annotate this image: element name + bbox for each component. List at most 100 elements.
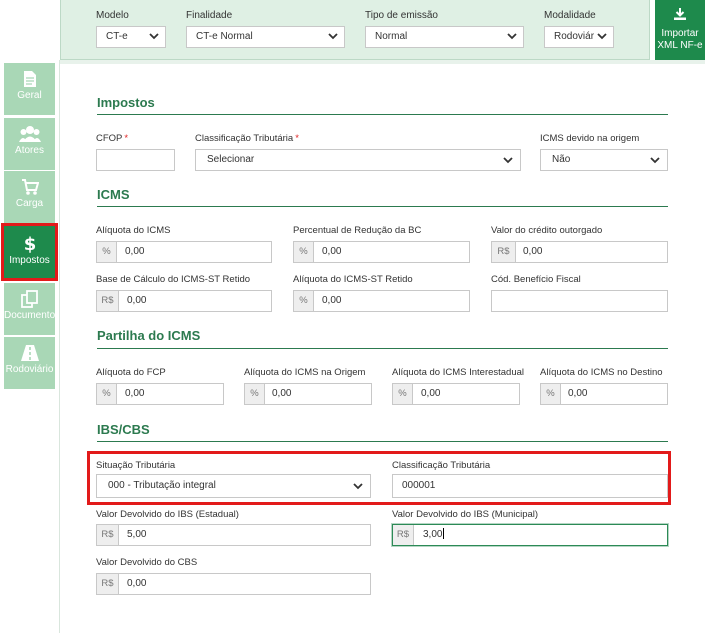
- sidebar-item-impostos[interactable]: $ Impostos: [1, 223, 58, 281]
- currency-addon: R$: [97, 574, 119, 594]
- icms-origem-select[interactable]: Não: [540, 149, 668, 171]
- cfop-input[interactable]: [96, 149, 175, 171]
- sidebar-item-label: Atores: [15, 145, 44, 156]
- fcp-input[interactable]: % 0,00: [96, 383, 224, 405]
- modalidade-select[interactable]: Rodoviár: [544, 26, 614, 48]
- chevron-down-icon: [328, 33, 338, 40]
- modelo-select[interactable]: CT-e: [96, 26, 166, 48]
- credito-outorgado-input[interactable]: R$ 0,00: [491, 241, 668, 263]
- cart-icon: [21, 179, 39, 195]
- chevron-down-icon: [149, 33, 159, 40]
- icms-destino-value: 0,00: [568, 388, 588, 399]
- modalidade-value: Rodoviár: [554, 31, 595, 42]
- devolvido-estadual-input[interactable]: R$ 5,00: [96, 524, 371, 546]
- icms-destino-label: Alíquota do ICMS no Destino: [540, 367, 663, 378]
- percent-addon: %: [97, 242, 117, 262]
- devolvido-municipal-label: Valor Devolvido do IBS (Municipal): [392, 509, 539, 520]
- section-divider: [97, 114, 668, 115]
- currency-addon: R$: [393, 525, 414, 545]
- aliquota-st-label: Alíquota do ICMS-ST Retido: [293, 274, 413, 285]
- credito-outorgado-label: Valor do crédito outorgado: [491, 225, 603, 236]
- tipo-emissao-select[interactable]: Normal: [365, 26, 524, 48]
- chevron-down-icon: [650, 157, 660, 164]
- devolvido-municipal-value: 3,00: [423, 529, 443, 540]
- cod-beneficio-input[interactable]: [491, 290, 668, 312]
- fcp-label: Alíquota do FCP: [96, 367, 166, 378]
- import-button-line1: Importar: [661, 28, 699, 39]
- devolvido-cbs-value: 0,00: [127, 578, 147, 589]
- icms-interestadual-value: 0,00: [421, 388, 441, 399]
- import-xml-button[interactable]: Importar XML NF-e: [655, 0, 705, 60]
- chevron-down-icon: [507, 33, 517, 40]
- aliquota-icms-label: Alíquota do ICMS: [96, 225, 171, 236]
- chevron-down-icon: [597, 33, 607, 40]
- aliquota-st-input[interactable]: % 0,00: [293, 290, 470, 312]
- devolvido-municipal-input[interactable]: R$ 3,00: [392, 524, 668, 546]
- sidebar-item-atores[interactable]: Atores: [4, 118, 55, 170]
- import-button-line2: XML NF-e: [657, 40, 703, 51]
- base-st-input[interactable]: R$ 0,00: [96, 290, 272, 312]
- perc-reducao-value: 0,00: [322, 246, 342, 257]
- download-icon: [674, 8, 686, 20]
- icms-origem-value: Não: [552, 154, 571, 165]
- percent-addon: %: [393, 384, 413, 404]
- situacao-tributaria-select[interactable]: 000 - Tributação integral: [96, 474, 371, 498]
- sidebar-item-label: Carga: [15, 198, 44, 209]
- section-divider: [97, 206, 668, 207]
- sidebar-item-geral[interactable]: Geral: [4, 63, 55, 115]
- aliquota-st-value: 0,00: [322, 295, 342, 306]
- road-icon: [20, 345, 39, 361]
- section-divider: [97, 441, 668, 442]
- cfop-label: CFOP *: [96, 133, 128, 144]
- users-icon: [18, 126, 41, 142]
- sidebar-item-carga[interactable]: Carga: [4, 171, 55, 223]
- sidebar-item-label: Documentos: [4, 310, 61, 321]
- devolvido-cbs-label: Valor Devolvido do CBS: [96, 557, 198, 568]
- section-title-partilha: Partilha do ICMS: [97, 328, 201, 343]
- chevron-down-icon: [353, 483, 363, 490]
- required-mark: *: [295, 133, 299, 144]
- finalidade-select[interactable]: CT-e Normal: [186, 26, 345, 48]
- percent-addon: %: [97, 384, 117, 404]
- sidebar-item-rodoviario[interactable]: Rodoviário: [4, 337, 55, 389]
- icms-origem-aliquota-label: Alíquota do ICMS na Origem: [244, 367, 366, 378]
- modelo-label: Modelo: [96, 10, 129, 21]
- tipo-emissao-value: Normal: [375, 31, 408, 42]
- perc-reducao-input[interactable]: % 0,00: [293, 241, 470, 263]
- icms-origem-label: ICMS devido na origem: [540, 133, 640, 144]
- required-mark: *: [124, 133, 129, 144]
- tipo-emissao-label: Tipo de emissão: [365, 10, 438, 21]
- classificacao-label-text: Classificação Tributária: [195, 133, 294, 144]
- sidebar-item-label: Rodoviário: [5, 364, 54, 375]
- icms-origem-aliquota-input[interactable]: % 0,00: [244, 383, 372, 405]
- devolvido-cbs-input[interactable]: R$ 0,00: [96, 573, 371, 595]
- currency-addon: R$: [97, 525, 119, 545]
- cfop-label-text: CFOP: [96, 133, 123, 144]
- ibs-classificacao-input[interactable]: 000001: [392, 474, 668, 498]
- document-icon: [23, 71, 36, 87]
- sidebar-item-documentos[interactable]: Documentos: [4, 283, 61, 335]
- cod-beneficio-label: Cód. Benefício Fiscal: [491, 274, 581, 285]
- main-panel: [59, 60, 705, 633]
- section-title-icms: ICMS: [97, 187, 130, 202]
- classificacao-tributaria-select[interactable]: Selecionar: [195, 149, 521, 171]
- dollar-icon: $: [23, 234, 36, 253]
- ibs-classificacao-value: 000001: [402, 480, 436, 491]
- modalidade-label: Modalidade: [544, 10, 596, 21]
- percent-addon: %: [541, 384, 561, 404]
- devolvido-municipal-value-wrap: 3,00: [423, 525, 445, 545]
- currency-addon: R$: [97, 291, 119, 311]
- situacao-tributaria-label: Situação Tributária: [96, 460, 176, 471]
- percent-addon: %: [294, 291, 314, 311]
- icms-interestadual-label: Alíquota do ICMS Interestadual: [392, 367, 525, 378]
- icms-destino-input[interactable]: % 0,00: [540, 383, 668, 405]
- classificacao-tributaria-label: Classificação Tributária *: [195, 133, 299, 144]
- finalidade-label: Finalidade: [186, 10, 233, 21]
- section-title-impostos: Impostos: [97, 95, 155, 110]
- icms-interestadual-input[interactable]: % 0,00: [392, 383, 520, 405]
- finalidade-value: CT-e Normal: [196, 31, 253, 42]
- sidebar: Geral Atores Carga $ Impostos Documentos…: [0, 60, 61, 633]
- situacao-tributaria-value: 000 - Tributação integral: [108, 480, 216, 491]
- section-title-ibs-cbs: IBS/CBS: [97, 422, 150, 437]
- aliquota-icms-input[interactable]: % 0,00: [96, 241, 272, 263]
